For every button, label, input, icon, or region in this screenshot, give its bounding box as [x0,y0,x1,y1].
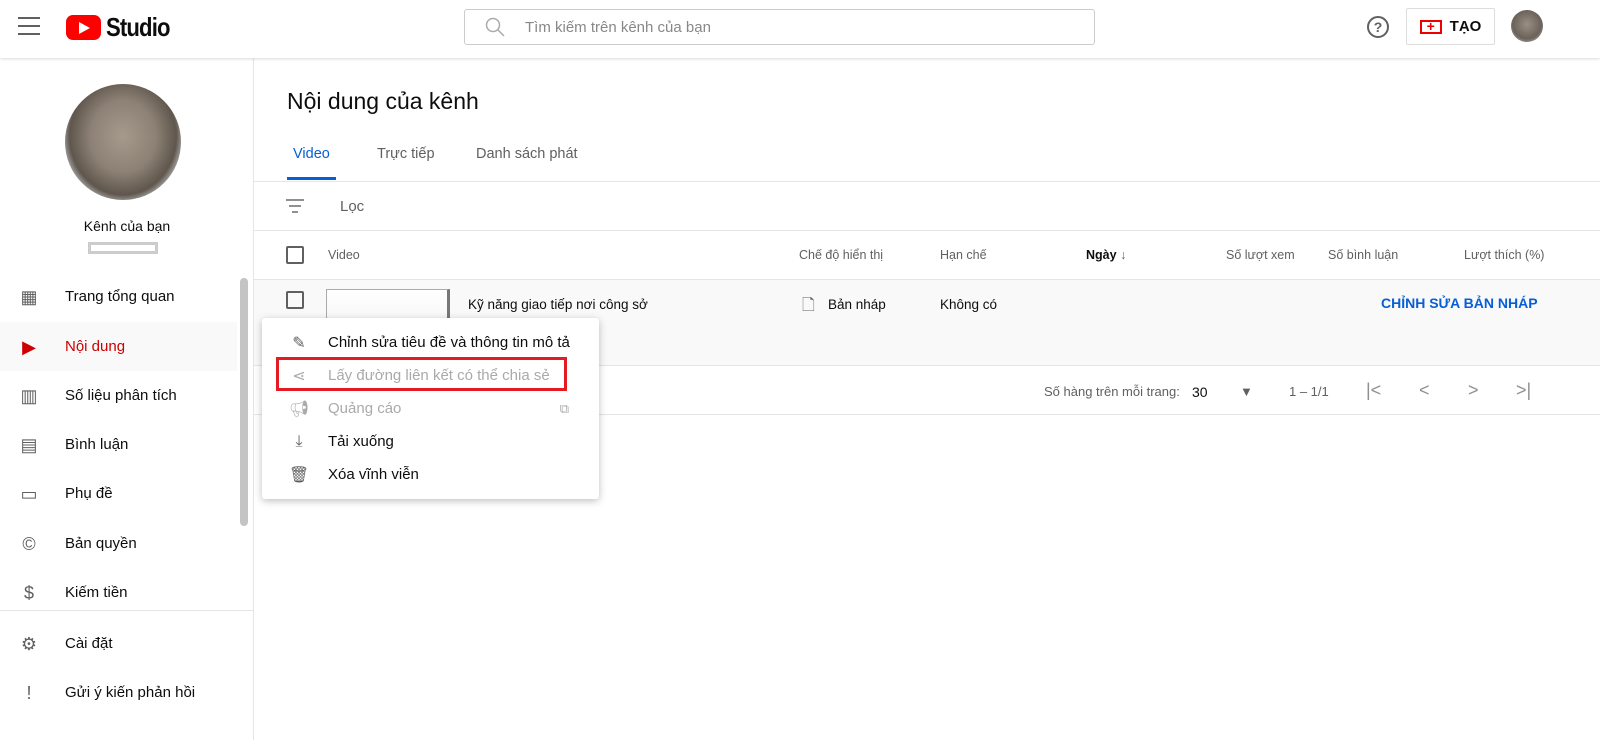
external-link-icon: ⧉ [559,400,569,416]
dropdown-arrow-icon[interactable]: ▼ [1240,384,1253,399]
row-options-menu: ✎ Chỉnh sửa tiêu đề và thông tin mô tả ⋖ L… [262,318,599,499]
column-video: Video [328,248,360,262]
copyright-icon: © [22,533,36,554]
feedback-icon: ! [26,682,32,703]
column-visibility[interactable]: Chế độ hiển thị [799,248,883,262]
tab-playlists[interactable]: Danh sách phát [476,146,578,180]
divider [254,181,1600,182]
dollar-icon: $ [23,582,34,603]
subtitles-icon: ▭ [20,483,38,504]
youtube-play-icon [66,15,101,40]
create-label: TẠO [1449,18,1482,35]
video-title[interactable]: Kỹ năng giao tiếp nơi công sở [468,297,648,312]
column-likes[interactable]: Lượt thích (%) [1464,248,1544,262]
nav-label: Bản quyền [65,535,137,552]
last-page-icon[interactable]: >| [1516,380,1531,401]
menu-item-delete-forever[interactable]: 🗑︎ Xóa vĩnh viễn [262,458,599,491]
nav-label: Nội dung [65,338,126,355]
sidebar-item-content[interactable]: ▶ Nội dung [0,322,237,371]
download-icon: ⤓ [295,432,303,450]
visibility-value: Bản nháp [828,297,886,312]
sidebar-item-copyright[interactable]: © Bản quyền [0,519,237,568]
sidebar-item-comments[interactable]: ▤ Bình luận [0,420,237,469]
menu-item-promote[interactable]: 📢︎ Quảng cáo ⧉ [262,392,599,425]
filter-icon[interactable] [286,199,304,217]
tab-video[interactable]: Video [287,146,336,180]
top-bar: Studio ? + TẠO [0,0,1600,58]
search-box[interactable] [464,9,1095,45]
menu-item-edit-details[interactable]: ✎ Chỉnh sửa tiêu đề và thông tin mô tả [262,326,599,359]
sidebar: Kênh của bạn ▦ Trang tổng quan ▶ Nội dung … [0,58,254,740]
menu-item-download[interactable]: ⤓ Tải xuống [262,425,599,458]
logo-text: Studio [106,12,170,42]
nav-label: Trang tổng quan [65,288,175,305]
sort-down-icon: ↓ [1120,248,1127,262]
channel-avatar[interactable] [65,84,181,200]
sidebar-item-dashboard[interactable]: ▦ Trang tổng quan [0,272,237,321]
rows-per-page-select[interactable]: 30 [1192,384,1208,400]
sidebar-scrollbar[interactable] [240,278,248,526]
column-views[interactable]: Số lượt xem [1226,248,1295,262]
prev-page-icon[interactable]: < [1419,380,1430,401]
sidebar-item-feedback[interactable]: ! Gửi ý kiến phản hồi [0,668,237,717]
restriction-value: Không có [940,297,998,312]
megaphone-icon: 📢︎ [288,400,310,418]
search-input[interactable] [525,18,1025,36]
nav-label: Kiếm tiền [65,584,128,601]
nav-label: Cài đặt [65,635,113,652]
search-icon [485,17,505,37]
column-restrictions[interactable]: Hạn chế [940,248,987,262]
pencil-icon: ✎ [292,334,306,352]
column-date[interactable]: Ngày ↓ [1086,248,1126,262]
create-button[interactable]: + TẠO [1406,8,1495,45]
create-video-icon: + [1419,19,1442,34]
row-checkbox[interactable] [286,291,304,309]
comments-icon: ▤ [20,434,38,455]
menu-label: Quảng cáo [328,400,402,417]
page-title: Nội dung của kênh [287,88,479,114]
sidebar-item-analytics[interactable]: ▥ Số liệu phân tích [0,371,237,420]
menu-icon[interactable] [18,17,40,35]
account-avatar[interactable] [1511,10,1543,42]
sidebar-item-settings[interactable]: ⚙ Cài đặt [0,619,237,668]
nav-label: Số liệu phân tích [65,387,177,404]
page-range: 1 – 1/1 [1289,384,1329,399]
edit-draft-button[interactable]: CHỈNH SỬA BẢN NHÁP [1381,295,1538,311]
draft-file-icon: 🗋 [802,297,815,314]
highlight-box [276,357,567,391]
channel-name: Kênh của bạn [83,218,171,234]
tab-live[interactable]: Trực tiếp [377,146,435,180]
gear-icon: ⚙ [20,633,38,654]
select-all-checkbox[interactable] [286,246,304,264]
first-page-icon[interactable]: |< [1366,380,1381,401]
nav-label: Phụ đề [65,485,113,502]
menu-label: Chỉnh sửa tiêu đề và thông tin mô tả [328,334,570,351]
column-date-label: Ngày [1086,248,1117,262]
dashboard-icon: ▦ [20,286,38,307]
nav-label: Bình luận [65,436,129,453]
divider [254,230,1600,231]
youtube-studio-logo[interactable]: Studio [66,12,181,43]
filter-input[interactable]: Lọc [340,198,364,215]
menu-label: Xóa vĩnh viễn [328,466,419,483]
next-page-icon[interactable]: > [1468,380,1479,401]
nav-label: Gửi ý kiến phản hồi [65,684,196,701]
column-comments[interactable]: Số bình luận [1328,248,1398,262]
content-icon: ▶ [22,336,36,357]
sidebar-divider [0,610,254,611]
channel-handle-redacted [88,242,158,254]
sidebar-item-subtitles[interactable]: ▭ Phụ đề [0,469,237,518]
help-icon[interactable]: ? [1367,16,1389,38]
rows-per-page-label: Số hàng trên mỗi trang: [1044,384,1180,399]
trash-icon: 🗑︎ [288,466,310,484]
menu-label: Tải xuống [328,433,394,450]
analytics-icon: ▥ [20,385,38,406]
